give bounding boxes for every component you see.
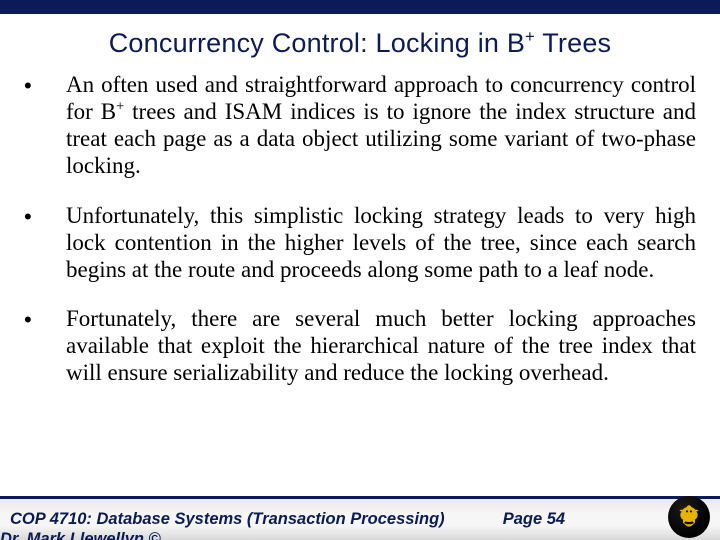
title-text-suffix: Trees xyxy=(535,28,611,58)
bullet-text-pre: Fortunately, there are several much bett… xyxy=(66,306,696,385)
bullet-item: • An often used and straightforward appr… xyxy=(24,71,696,180)
footer-course: COP 4710: Database Systems (Transaction … xyxy=(10,510,445,529)
title-superscript: + xyxy=(525,27,535,46)
bullet-marker: • xyxy=(24,202,66,230)
title-text-prefix: Concurrency Control: Locking in B xyxy=(109,28,525,58)
slide-title: Concurrency Control: Locking in B+ Trees xyxy=(0,14,720,69)
bullet-text: Fortunately, there are several much bett… xyxy=(66,305,696,386)
bullet-text-post: trees and ISAM indices is to ignore the … xyxy=(66,99,696,178)
bullet-item: • Fortunately, there are several much be… xyxy=(24,305,696,386)
bullet-text: Unfortunately, this simplistic locking s… xyxy=(66,202,696,283)
bullet-text-pre: Unfortunately, this simplistic locking s… xyxy=(66,203,696,282)
bullet-text: An often used and straightforward approa… xyxy=(66,71,696,180)
ucf-logo-icon xyxy=(668,496,710,538)
bullet-marker: • xyxy=(24,305,66,333)
bullet-marker: • xyxy=(24,71,66,99)
footer-author: Dr. Mark Llewellyn © xyxy=(0,530,161,540)
logo-disc xyxy=(668,496,710,538)
slide-body: • An often used and straightforward appr… xyxy=(0,69,720,540)
footer-page-number: Page 54 xyxy=(503,510,565,529)
pegasus-icon xyxy=(675,503,703,531)
bullet-item: • Unfortunately, this simplistic locking… xyxy=(24,202,696,283)
bullet-superscript: + xyxy=(116,98,124,114)
slide: Concurrency Control: Locking in B+ Trees… xyxy=(0,0,720,540)
